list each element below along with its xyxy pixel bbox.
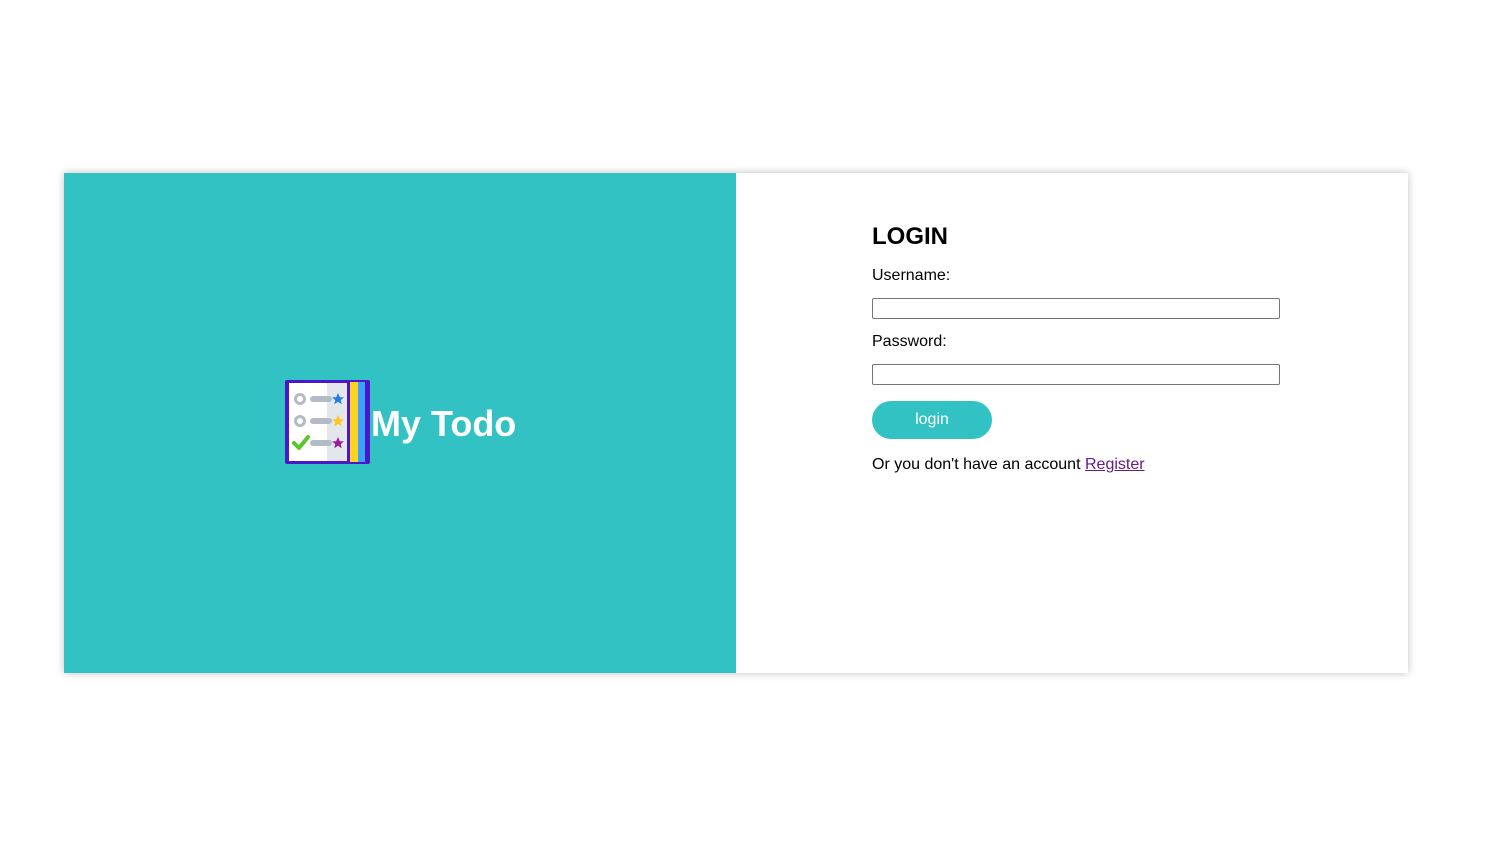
login-form: LOGIN Username: Password: login Or you d… [872,221,1292,475]
username-label: Username: [872,267,951,284]
login-button[interactable]: login [872,401,992,439]
register-prompt-text: Or you don't have an account [872,456,1081,473]
password-input[interactable] [872,364,1280,385]
login-heading: LOGIN [872,223,948,250]
todo-list-book-icon [285,380,370,464]
brand-title: My Todo [371,403,517,444]
username-input[interactable] [872,298,1280,319]
brand-panel: My Todo [64,173,736,673]
login-panel: LOGIN Username: Password: login Or you d… [736,173,1408,673]
register-prompt-line: Or you don't have an account Register [872,455,1292,475]
login-card: My Todo LOGIN Username: Password: login … [64,173,1408,673]
brand: My Todo [284,379,516,465]
password-label: Password: [872,333,947,350]
register-link[interactable]: Register [1085,456,1145,473]
